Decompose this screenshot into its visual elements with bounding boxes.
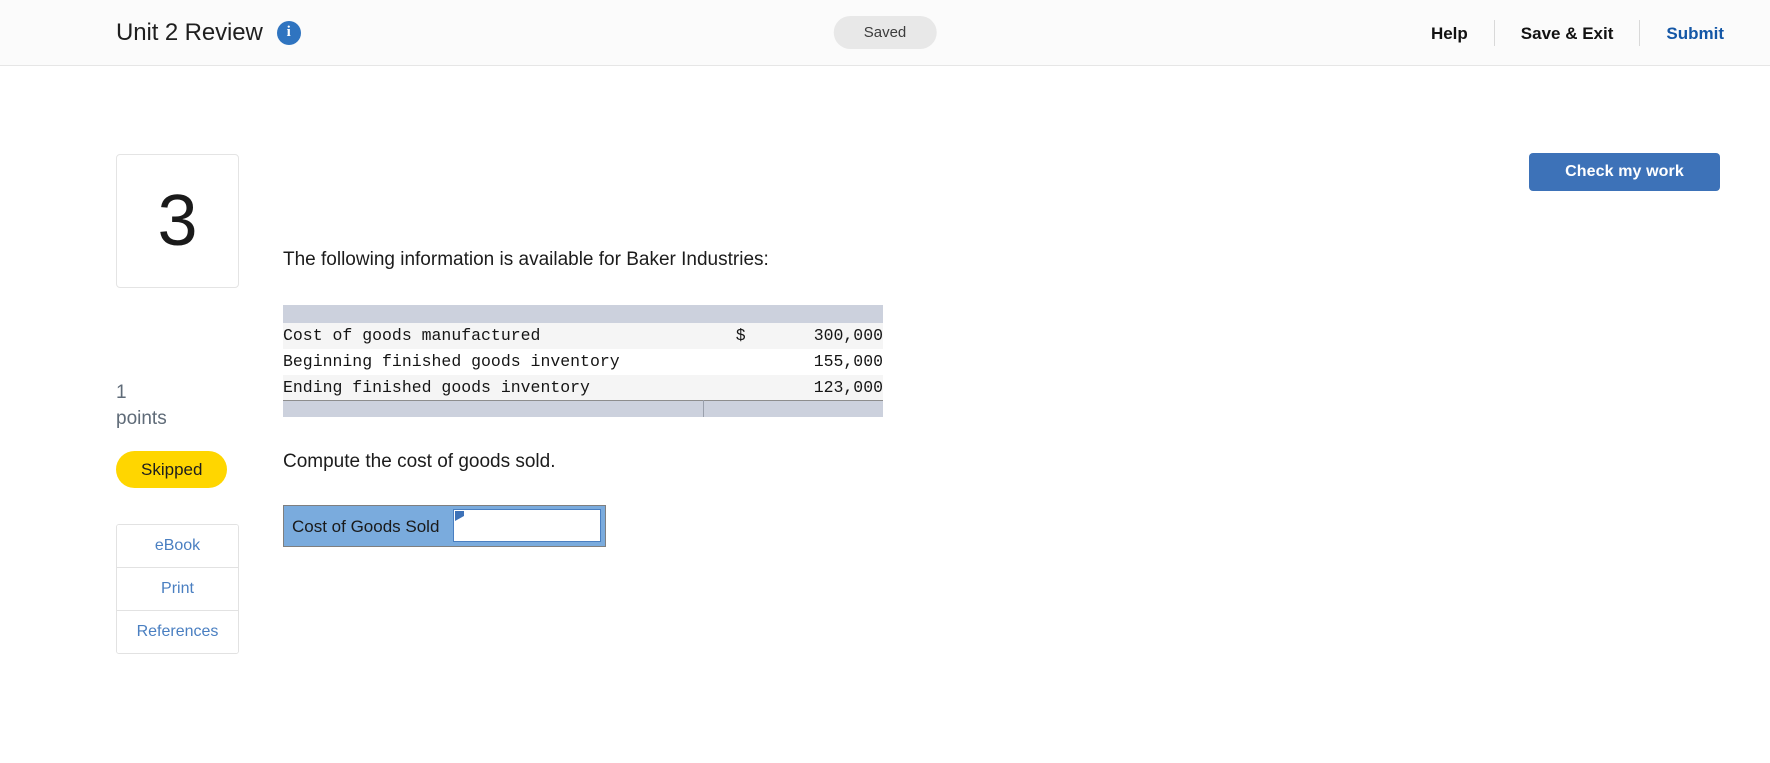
check-my-work-button[interactable]: Check my work xyxy=(1529,153,1720,191)
exhibit-row-currency xyxy=(703,374,746,401)
save-and-exit-link[interactable]: Save & Exit xyxy=(1495,25,1640,42)
references-button[interactable]: References xyxy=(117,611,238,654)
exhibit-footer-bar xyxy=(283,400,883,417)
ebook-button[interactable]: eBook xyxy=(117,525,238,569)
app-header: Unit 2 Review i Saved Help Save & Exit S… xyxy=(0,0,1770,66)
exhibit-row-amount: 300,000 xyxy=(745,322,883,349)
header-nav: Help Save & Exit Submit xyxy=(1405,0,1728,66)
table-row: Cost of goods manufactured $ 300,000 xyxy=(283,322,883,349)
status-badge[interactable]: Skipped xyxy=(116,451,228,489)
exhibit-row-amount: 155,000 xyxy=(745,348,883,375)
exhibit-row-label: Ending finished goods inventory xyxy=(283,374,704,401)
points-block: 1 points xyxy=(116,380,239,431)
answer-widget: Cost of Goods Sold xyxy=(283,505,607,548)
exhibit-row-currency: $ xyxy=(703,322,746,349)
question-body: The following information is available f… xyxy=(283,154,1463,548)
page-content: Check my work 3 1 points Skipped eBook P… xyxy=(0,66,1770,763)
print-button[interactable]: Print xyxy=(117,568,238,612)
submit-link[interactable]: Submit xyxy=(1640,25,1728,42)
help-link[interactable]: Help xyxy=(1405,25,1494,42)
header-left-group: Unit 2 Review i xyxy=(0,19,301,47)
table-row: Beginning finished goods inventory 155,0… xyxy=(283,348,883,375)
exhibit-row-amount: 123,000 xyxy=(745,374,883,401)
question-rail: 3 1 points Skipped eBook Print Reference… xyxy=(116,154,239,655)
exhibit-row-label: Beginning finished goods inventory xyxy=(283,348,704,375)
question-number: 3 xyxy=(157,181,198,261)
exhibit-table: Cost of goods manufactured $ 300,000 Beg… xyxy=(283,304,883,417)
points-value: 1 xyxy=(116,382,127,403)
answer-row-label: Cost of Goods Sold xyxy=(284,506,454,547)
answer-input-cell xyxy=(453,506,605,546)
question-number-card: 3 xyxy=(116,154,239,288)
question-prompt-text: Compute the cost of goods sold. xyxy=(283,450,556,472)
table-row: Ending finished goods inventory 123,000 xyxy=(283,374,883,401)
page-title: Unit 2 Review xyxy=(116,18,263,46)
info-icon[interactable]: i xyxy=(276,20,301,45)
points-label: points xyxy=(116,407,167,429)
exhibit-header-bar xyxy=(283,304,883,323)
rail-button-group: eBook Print References xyxy=(116,524,239,655)
save-status-badge: Saved xyxy=(833,16,937,49)
exhibit-row-currency xyxy=(703,348,746,375)
question-intro-text: The following information is available f… xyxy=(283,249,769,270)
cost-of-goods-sold-input[interactable] xyxy=(453,509,602,543)
exhibit-row-label: Cost of goods manufactured xyxy=(283,322,704,349)
